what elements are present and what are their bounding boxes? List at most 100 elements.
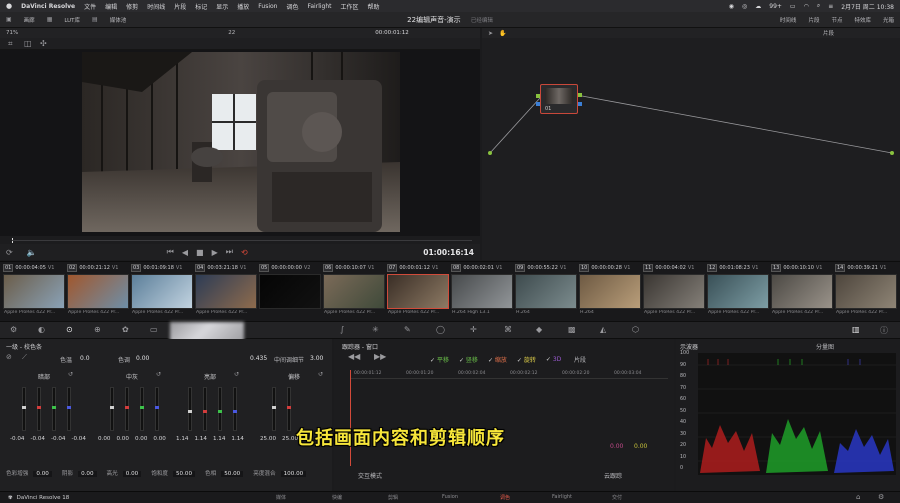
wechat-icon[interactable]: ◉ (729, 3, 734, 10)
temp-value[interactable]: 0.0 (80, 355, 90, 362)
clip-thumbnail[interactable] (387, 274, 449, 309)
param-value[interactable]: 100.00 (280, 471, 307, 477)
wheel-value[interactable]: -0.04 (51, 436, 65, 442)
hand-icon[interactable]: ✋ (499, 30, 506, 37)
node-01[interactable]: 01 (540, 84, 578, 114)
wheel-value[interactable]: -0.04 (10, 436, 24, 442)
wheel-slider-track[interactable] (140, 387, 144, 431)
wheel-sliders[interactable] (106, 387, 166, 433)
clip-thumbnail[interactable] (707, 274, 769, 309)
info-icon[interactable]: ⓘ (880, 325, 888, 336)
wheel-slider-handle[interactable] (203, 410, 207, 413)
highlight-icon[interactable]: ✣ (40, 39, 47, 48)
wipe-icon[interactable]: ◫ (24, 39, 32, 48)
wheel-slider-handle[interactable] (140, 406, 144, 409)
menu-app-name[interactable]: DaVinci Resolve (21, 3, 75, 10)
wheel-value[interactable]: 1.14 (231, 436, 243, 442)
media-pool-button[interactable]: 媒体池 (110, 16, 127, 24)
page-cut[interactable]: 快编 (332, 494, 342, 501)
menu-help[interactable]: 帮助 (368, 2, 380, 11)
timeline-button[interactable]: 时间线 (780, 16, 797, 24)
clock-text[interactable]: 2月7日 周二 10:38 (841, 2, 894, 11)
viewer-scrubber[interactable] (0, 236, 480, 244)
page-deliver[interactable]: 交付 (612, 494, 622, 501)
clip-item[interactable]: 07 00:00:01:12 V1 Apple ProRes 422 Pr... (387, 262, 450, 320)
wheel-reset-icon[interactable]: ↺ (318, 371, 323, 378)
wheel-slider-track[interactable] (125, 387, 129, 431)
media-pool-icon[interactable]: ▤ (92, 16, 98, 23)
color-match-icon[interactable]: ◐ (38, 325, 45, 334)
wheel-value[interactable]: 1.14 (213, 436, 225, 442)
clip-thumbnail[interactable] (3, 274, 65, 309)
loop-icon[interactable]: ⟳ (6, 248, 13, 257)
window-icon[interactable]: ◯ (436, 325, 445, 334)
menu-clip[interactable]: 片段 (174, 2, 186, 11)
wheel-value[interactable]: -0.04 (30, 436, 44, 442)
clip-thumbnail[interactable] (67, 274, 129, 309)
search-icon[interactable]: ⌕ (817, 2, 820, 10)
clip-thumbnail[interactable] (515, 274, 577, 309)
menu-fairlight[interactable]: Fairlight (307, 3, 331, 10)
clip-item[interactable]: 08 00:00:02:01 V1 H.264 High L3.1 (451, 262, 514, 320)
clip-item[interactable]: 02 00:00:21:12 V1 Apple ProRes 422 Pr... (67, 262, 130, 320)
tracker-option[interactable]: ✓ 平移 (430, 355, 449, 364)
wheel-slider-handle[interactable] (218, 410, 222, 413)
wheel-slider-handle[interactable] (22, 406, 26, 409)
menu-playback[interactable]: 播放 (237, 2, 249, 11)
param-value[interactable]: 0.00 (122, 471, 142, 477)
page-color[interactable]: 调色 (500, 494, 510, 501)
lut-button[interactable]: LUT库 (64, 16, 80, 24)
wheel-slider-handle[interactable] (67, 406, 71, 409)
menu-workspace[interactable]: 工作区 (341, 2, 359, 11)
wheel-slider-handle[interactable] (110, 406, 114, 409)
pivot-value[interactable]: 3.00 (310, 355, 323, 362)
wheel-value[interactable]: 1.14 (194, 436, 206, 442)
tracker-back-icon[interactable]: ◀◀ (348, 352, 360, 361)
wheel-slider-track[interactable] (155, 387, 159, 431)
clip-item[interactable]: 12 00:01:08:23 V1 Apple ProRes 422 Pr... (707, 262, 770, 320)
wheel-reset-icon[interactable]: ↺ (68, 371, 73, 378)
magic-mask-icon[interactable]: ⌘ (504, 325, 512, 334)
zoom-dropdown[interactable]: 71% (6, 30, 18, 36)
wheel-value[interactable]: 0.00 (135, 436, 147, 442)
param-value[interactable]: 50.00 (221, 471, 244, 477)
color-wheels-icon[interactable]: ⊙ (66, 325, 73, 334)
menu-file[interactable]: 文件 (84, 2, 96, 11)
wheel-value[interactable]: 25.00 (260, 436, 276, 442)
page-fairlight[interactable]: Fairlight (552, 494, 572, 500)
page-fusion[interactable]: Fusion (442, 494, 458, 500)
clip-thumbnail[interactable] (835, 274, 897, 309)
page-edit[interactable]: 剪辑 (388, 494, 398, 501)
battery-text[interactable]: 99+ (769, 3, 782, 10)
qualifier-icon[interactable]: ✎ (404, 325, 411, 334)
node-input-icon[interactable] (536, 94, 540, 98)
wheel-value[interactable]: 0.00 (116, 436, 128, 442)
clip-thumbnail[interactable] (643, 274, 705, 309)
wheel-slider-track[interactable] (233, 387, 237, 431)
record-icon[interactable]: ◎ (742, 3, 747, 10)
wheel-slider-handle[interactable] (155, 406, 159, 409)
wheel-slider-handle[interactable] (272, 406, 276, 409)
page-media[interactable]: 媒体 (276, 494, 286, 501)
clip-item[interactable]: 03 00:01:09:18 V1 Apple ProRes 422 Pr... (131, 262, 194, 320)
play-icon[interactable]: ▶ (212, 248, 218, 257)
control-center-icon[interactable]: ≡ (828, 3, 833, 10)
tracker-icon[interactable]: ✛ (470, 325, 477, 334)
scope-icon[interactable]: ▥ (852, 325, 860, 334)
clip-item[interactable]: 05 00:00:00:00 V2 (259, 262, 322, 320)
keyframe-playhead[interactable] (350, 370, 351, 466)
tracker-option[interactable]: ✓ 缩放 (488, 355, 507, 364)
hdr-icon[interactable]: ⊕ (94, 325, 101, 334)
lut-icon[interactable]: ▦ (47, 16, 53, 23)
clip-item[interactable]: 06 00:00:10:07 V1 Apple ProRes 422 Pr... (323, 262, 386, 320)
color-warper-icon[interactable]: ✳ (372, 325, 379, 334)
clip-thumbnail[interactable] (259, 274, 321, 309)
node-key-input-icon[interactable] (536, 102, 540, 106)
wheel-slider-handle[interactable] (52, 406, 56, 409)
wheel-value[interactable]: 0.00 (98, 436, 110, 442)
picker-icon[interactable]: ⟋ (22, 353, 27, 362)
tint-value[interactable]: 0.00 (136, 355, 149, 362)
clips-button[interactable]: 片段 (808, 16, 819, 24)
wheel-reset-icon[interactable]: ↺ (156, 371, 161, 378)
wheel-slider-track[interactable] (37, 387, 41, 431)
